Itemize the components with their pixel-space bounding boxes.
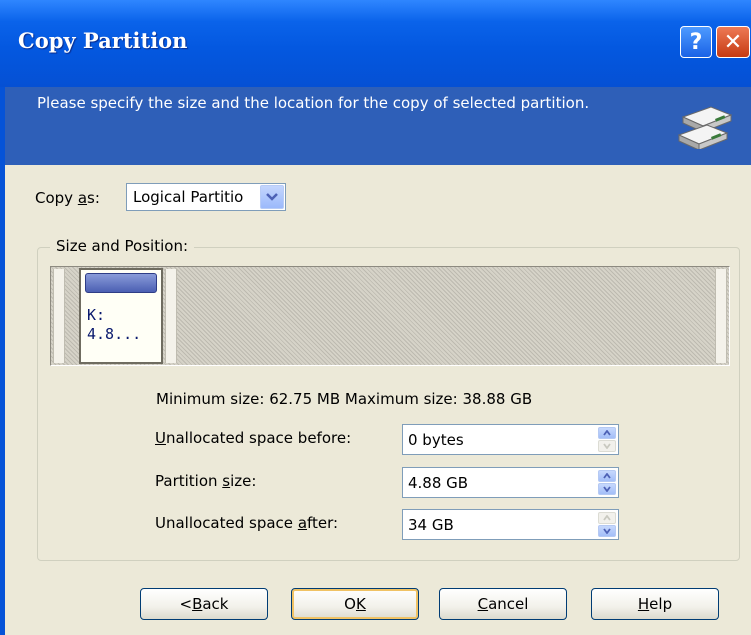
partition-label: K: 4.8... bbox=[87, 306, 142, 343]
dialog-body: Copy as: Logical Partitio Size and Posit… bbox=[5, 165, 751, 635]
spin-up-icon[interactable] bbox=[598, 512, 616, 524]
chevron-down-icon[interactable] bbox=[260, 185, 284, 209]
partition-block[interactable]: K: 4.8... bbox=[79, 268, 163, 364]
unallocated-after-label: Unallocated space after: bbox=[155, 514, 339, 532]
spin-up-icon[interactable] bbox=[598, 427, 616, 439]
back-button[interactable]: < Back bbox=[140, 588, 268, 620]
unallocated-after-spinner[interactable] bbox=[598, 512, 616, 537]
disk-layout-bar[interactable]: K: 4.8... bbox=[50, 266, 730, 366]
copy-as-label: Copy as: bbox=[35, 189, 100, 207]
copy-as-select[interactable]: Logical Partitio bbox=[126, 183, 286, 211]
copy-as-value: Logical Partitio bbox=[133, 188, 244, 206]
partition-size-spinner[interactable] bbox=[598, 470, 616, 495]
partition-size-label: Partition size: bbox=[155, 472, 257, 490]
unallocated-before-spinner[interactable] bbox=[598, 427, 616, 452]
ok-button[interactable]: OK bbox=[291, 588, 419, 620]
spin-up-icon[interactable] bbox=[598, 470, 616, 482]
help-button[interactable]: Help bbox=[591, 588, 719, 620]
left-handle[interactable] bbox=[53, 269, 65, 363]
unallocated-after-field[interactable]: 34 GB bbox=[402, 509, 619, 540]
partition-cap bbox=[85, 273, 157, 293]
header-band: Please specify the size and the location… bbox=[5, 87, 751, 165]
drives-icon bbox=[677, 106, 733, 149]
unallocated-before-value: 0 bytes bbox=[408, 431, 464, 449]
window-title: Copy Partition bbox=[18, 28, 188, 53]
title-bar[interactable]: Copy Partition ? ✕ bbox=[0, 0, 751, 87]
spin-down-icon[interactable] bbox=[598, 483, 616, 495]
spin-down-icon[interactable] bbox=[598, 525, 616, 537]
size-and-position-group: Size and Position: K: 4.8... Minimum siz… bbox=[37, 237, 740, 561]
help-question-icon[interactable]: ? bbox=[680, 26, 712, 58]
cancel-button[interactable]: Cancel bbox=[439, 588, 567, 620]
instruction-text: Please specify the size and the location… bbox=[37, 94, 590, 112]
unallocated-after-value: 34 GB bbox=[408, 516, 454, 534]
spin-down-icon[interactable] bbox=[598, 440, 616, 452]
group-legend: Size and Position: bbox=[50, 237, 195, 255]
right-handle[interactable] bbox=[715, 269, 727, 363]
partition-right-handle[interactable] bbox=[165, 269, 177, 363]
partition-size-field[interactable]: 4.88 GB bbox=[402, 467, 619, 498]
size-limits: Minimum size: 62.75 MB Maximum size: 38.… bbox=[156, 390, 533, 408]
copy-partition-dialog: Copy Partition ? ✕ Please specify the si… bbox=[0, 0, 751, 635]
partition-size-value: 4.88 GB bbox=[408, 474, 469, 492]
unallocated-before-field[interactable]: 0 bytes bbox=[402, 424, 619, 455]
unallocated-before-label: Unallocated space before: bbox=[155, 429, 352, 447]
close-icon[interactable]: ✕ bbox=[716, 26, 750, 58]
